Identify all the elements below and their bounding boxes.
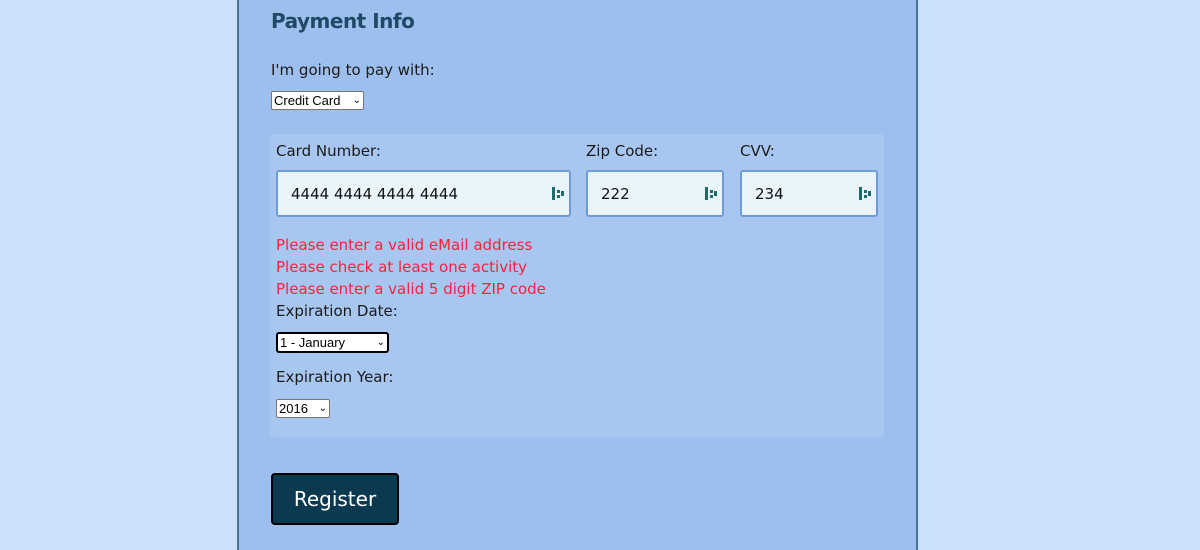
card-number-value: 4444 4444 4444 4444 (291, 184, 458, 203)
payment-method-value: Credit Card (274, 93, 341, 108)
card-number-input[interactable]: 4444 4444 4444 4444 (276, 170, 571, 217)
cvv-input[interactable]: 234 (740, 170, 878, 217)
zip-code-input[interactable]: 222 (586, 170, 724, 217)
cvv-label: CVV: (740, 142, 775, 160)
cvv-value: 234 (755, 184, 784, 203)
payment-method-select[interactable]: Credit Card ⌄ (271, 91, 364, 110)
expiration-month-select[interactable]: 1 - January ⌄ (276, 332, 389, 353)
register-button[interactable]: Register (271, 473, 399, 525)
error-zip: Please enter a valid 5 digit ZIP code (276, 280, 546, 298)
chevron-down-icon: ⌄ (376, 337, 385, 348)
keypad-icon[interactable] (705, 187, 717, 200)
zip-code-label: Zip Code: (586, 142, 659, 160)
section-title: Payment Info (271, 9, 415, 33)
expiration-month-value: 1 - January (280, 335, 346, 350)
expiration-date-label: Expiration Date: (276, 302, 398, 320)
expiration-year-value: 2016 (279, 401, 308, 416)
error-activity: Please check at least one activity (276, 258, 527, 276)
card-number-label: Card Number: (276, 142, 381, 160)
keypad-icon[interactable] (552, 187, 564, 200)
chevron-down-icon: ⌄ (318, 403, 327, 414)
credit-card-section: Card Number: Zip Code: CVV: 4444 4444 44… (270, 134, 884, 437)
expiration-year-label: Expiration Year: (276, 368, 394, 386)
chevron-down-icon: ⌄ (352, 95, 361, 106)
payment-panel: Payment Info I'm going to pay with: Cred… (237, 0, 918, 550)
expiration-year-select[interactable]: 2016 ⌄ (276, 399, 330, 418)
error-email: Please enter a valid eMail address (276, 236, 533, 254)
zip-code-value: 222 (601, 184, 630, 203)
payment-method-label: I'm going to pay with: (271, 61, 435, 79)
keypad-icon[interactable] (859, 187, 871, 200)
